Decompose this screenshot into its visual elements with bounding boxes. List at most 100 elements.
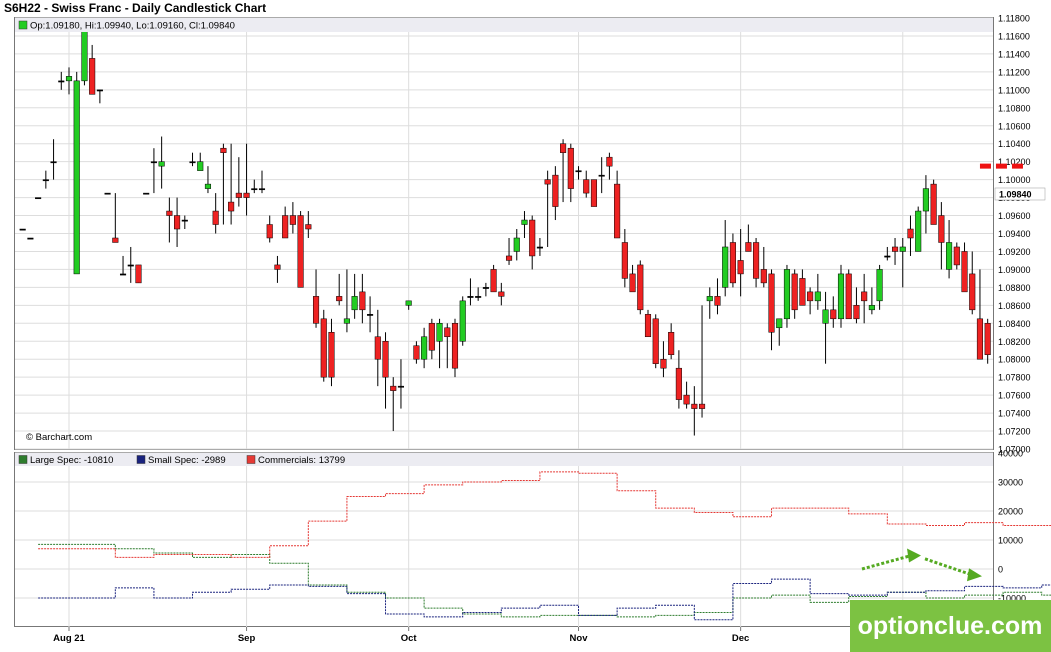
candle-body: [498, 291, 505, 297]
candle-body: [861, 291, 868, 302]
price-tick-label: 1.09200: [998, 247, 1031, 257]
candle-body: [560, 143, 567, 153]
candle-body: [536, 246, 543, 249]
candle-body: [513, 237, 520, 252]
candle-body: [112, 237, 119, 243]
price-tick-label: 1.09400: [998, 229, 1031, 239]
price-tick-label: 1.11600: [998, 31, 1030, 41]
candle-body: [58, 80, 65, 83]
candle-body: [119, 273, 127, 276]
candle-body: [737, 260, 744, 275]
candle-body: [722, 246, 729, 288]
candle-body: [482, 287, 489, 289]
candle-body: [876, 269, 883, 302]
candle-body: [444, 327, 451, 338]
candle-body: [367, 314, 374, 316]
candle-body: [228, 201, 235, 212]
candle-body: [104, 192, 111, 195]
price-y-axis: 1.070001.072001.074001.076001.078001.080…: [994, 14, 1046, 455]
candle-body: [799, 278, 806, 306]
candle-body: [204, 183, 212, 189]
price-tick-label: 1.11000: [998, 85, 1030, 95]
price-tick-label: 1.08600: [998, 301, 1031, 311]
legend-large-spec: Large Spec: -10810: [30, 455, 113, 466]
x-tick-label: Sep: [238, 633, 256, 644]
candle-body: [675, 367, 682, 400]
legend-swatch-commercials: [246, 455, 256, 464]
candle-body: [822, 309, 829, 324]
watermark-text: optionclue.com: [858, 612, 1043, 640]
candle-body: [235, 192, 242, 198]
candle-body: [976, 318, 984, 360]
candle-body: [42, 179, 49, 182]
candle-body: [961, 251, 968, 293]
price-tick-label: 1.11800: [998, 14, 1030, 24]
candle-body: [575, 170, 582, 173]
candle-body: [899, 246, 906, 252]
legend-swatch-small-spec: [136, 455, 146, 464]
candle-body: [397, 385, 405, 388]
price-tick-label: 1.11400: [998, 49, 1030, 59]
price-tick-label: 1.10000: [998, 175, 1031, 185]
candle-body: [598, 174, 605, 177]
cot-tick-label: 20000: [998, 507, 1023, 517]
candle-body: [529, 219, 536, 257]
candle-body: [753, 242, 760, 279]
candle-body: [181, 219, 188, 222]
price-tick-label: 1.09600: [998, 211, 1031, 221]
ohlc-legend-text: Op:1.09180, Hi:1.09940, Lo:1.09160, Cl:1…: [30, 21, 235, 32]
candle-body: [621, 242, 628, 279]
x-tick-label: Dec: [732, 633, 749, 644]
candle-body: [135, 264, 142, 284]
candle-body: [691, 403, 698, 409]
legend-small-spec: Small Spec: -2989: [148, 455, 226, 466]
candle-body: [475, 296, 482, 298]
candle-body: [644, 314, 652, 338]
candle-body: [251, 188, 258, 191]
candle-body: [768, 273, 775, 333]
candle-body: [351, 296, 358, 311]
candle-body: [320, 318, 327, 378]
legend-commercials: Commercials: 13799: [258, 455, 345, 466]
candle-body: [413, 345, 420, 360]
candle-body: [158, 161, 165, 167]
price-tick-label: 1.10800: [998, 103, 1031, 113]
candle-body: [521, 219, 528, 225]
candle-body: [629, 273, 636, 293]
candle-body: [143, 192, 150, 195]
candle-body: [65, 76, 73, 82]
candle-body: [868, 305, 875, 311]
x-axis: Aug 21 Sep Oct Nov Dec: [53, 627, 749, 644]
candle-body: [552, 174, 559, 207]
candle-body: [150, 161, 157, 164]
candle-body: [35, 197, 42, 200]
candle-body: [915, 210, 922, 252]
candle-body: [266, 224, 273, 239]
candle-body: [220, 147, 227, 153]
price-tick-label: 1.07400: [998, 409, 1031, 419]
candle-body: [698, 403, 706, 409]
candle-body: [946, 242, 953, 270]
candle-body: [459, 300, 466, 342]
ohlc-legend-swatch: [18, 20, 28, 30]
candle-body: [760, 269, 767, 284]
candle-body: [590, 179, 598, 207]
chart-title: S6H22 - Swiss Franc - Daily Candlestick …: [4, 1, 266, 15]
candle-body: [382, 341, 389, 378]
candle-body: [984, 323, 991, 355]
candle-body: [96, 89, 103, 92]
price-tick-label: 1.07600: [998, 391, 1031, 401]
candle-body: [336, 296, 343, 302]
candle-body: [305, 224, 312, 230]
candle-body: [668, 332, 675, 355]
candle-body: [837, 273, 845, 320]
candle-body: [436, 323, 443, 342]
candle-body: [652, 318, 659, 364]
candle-body: [783, 269, 791, 320]
candle-body: [845, 273, 852, 320]
candle-body: [953, 246, 960, 266]
candle-body: [614, 183, 621, 239]
chart-canvas: S6H22 - Swiss Franc - Daily Candlestick …: [4, 1, 1051, 652]
cot-tick-label: 30000: [998, 478, 1023, 488]
price-tick-label: 1.08800: [998, 283, 1031, 293]
